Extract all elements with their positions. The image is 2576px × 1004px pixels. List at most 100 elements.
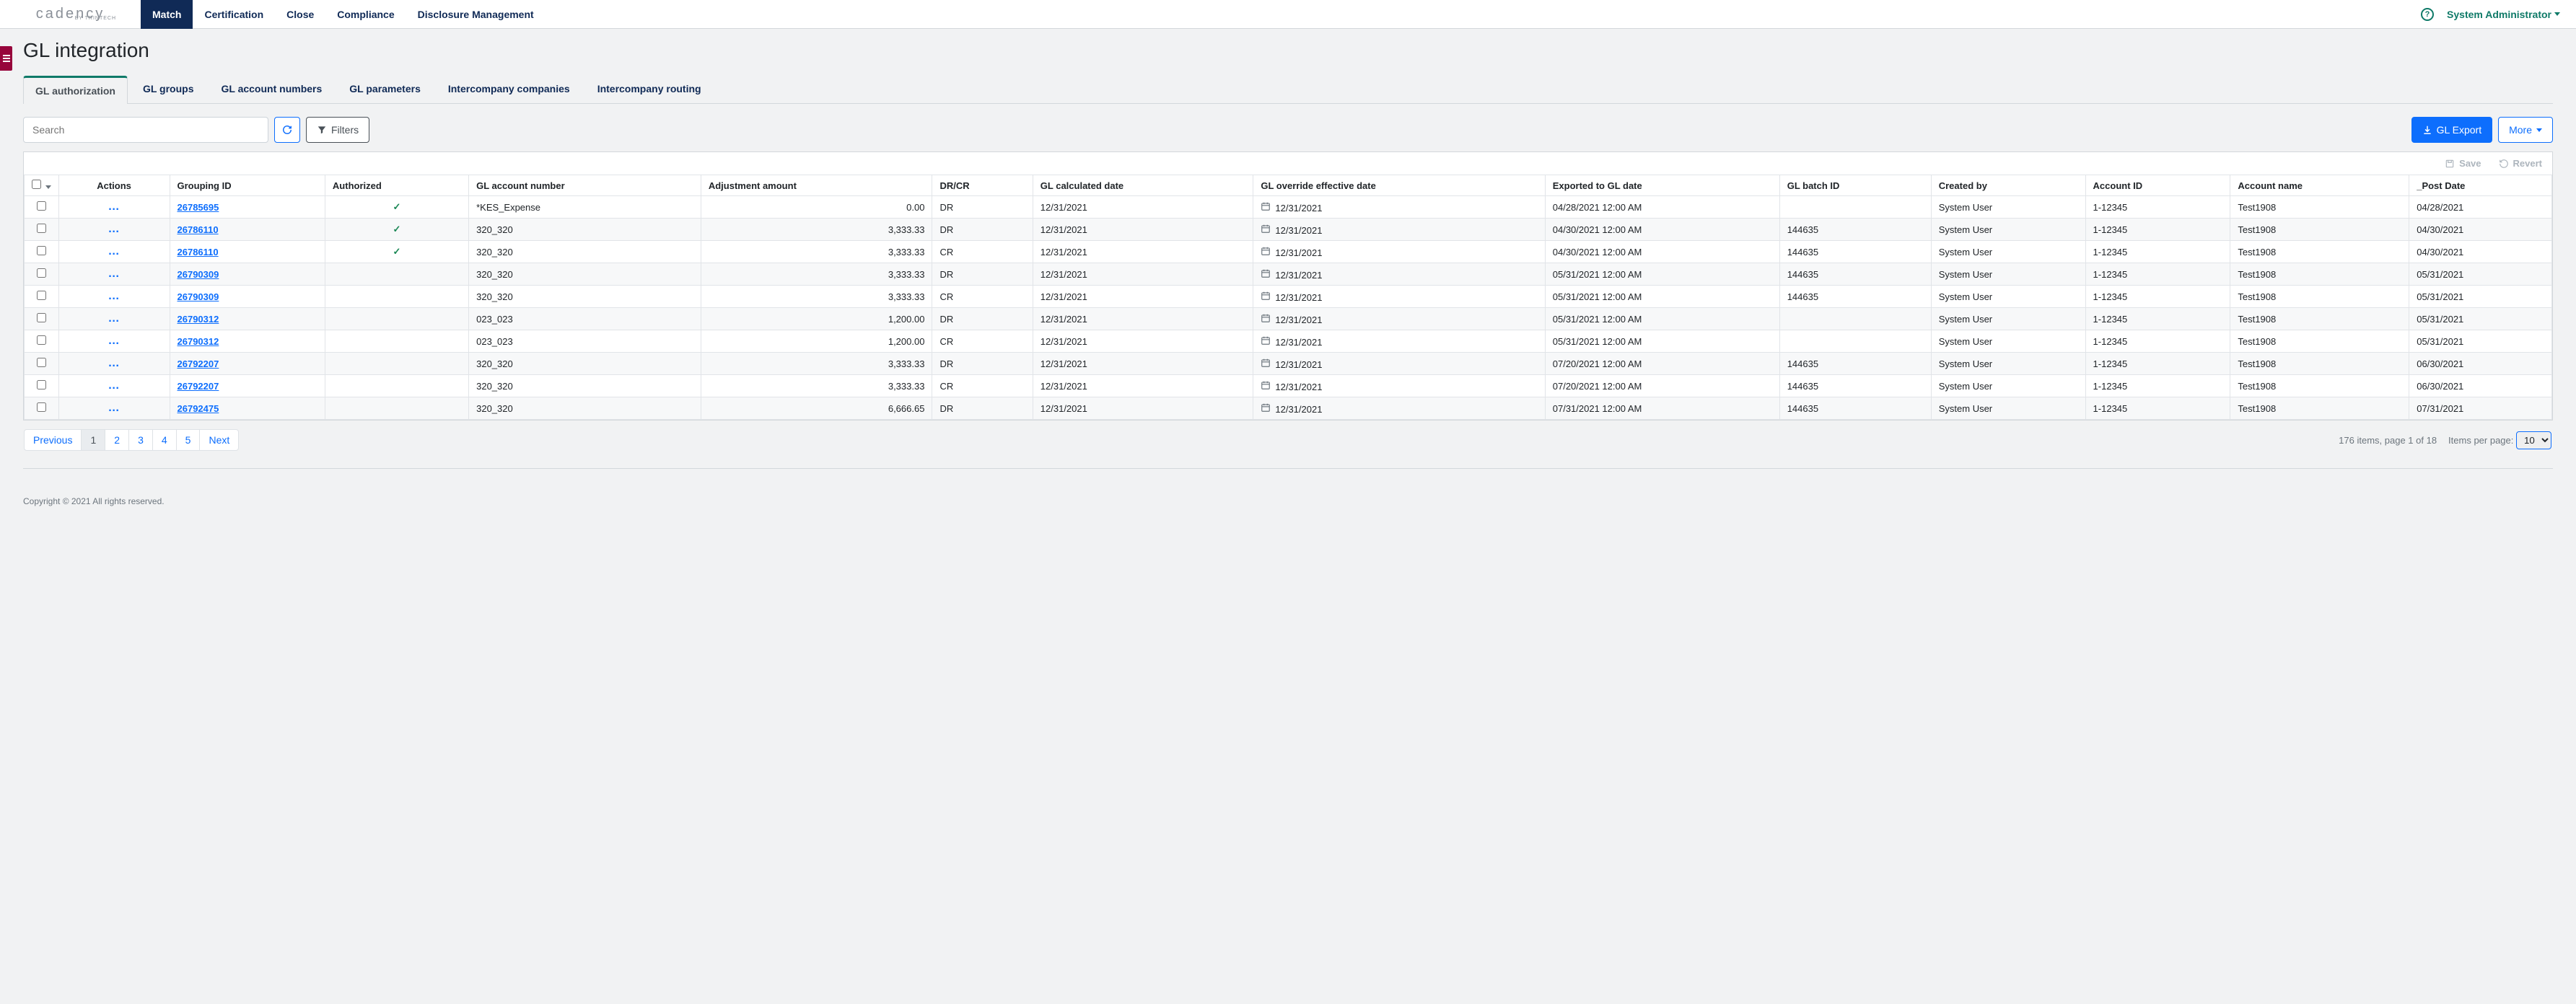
help-icon[interactable]: ? xyxy=(2421,8,2434,21)
grouping-id-link[interactable]: 26792207 xyxy=(178,381,219,392)
cell-exported: 05/31/2021 12:00 AM xyxy=(1545,286,1779,308)
pager-page-5[interactable]: 5 xyxy=(176,429,201,451)
row-actions-menu[interactable]: … xyxy=(108,357,121,369)
pager-page-2[interactable]: 2 xyxy=(105,429,129,451)
grouping-id-link[interactable]: 26790312 xyxy=(178,314,219,325)
tab-gl-groups[interactable]: GL groups xyxy=(131,75,206,103)
pager-next[interactable]: Next xyxy=(199,429,239,451)
row-actions-menu[interactable]: … xyxy=(108,312,121,325)
row-checkbox[interactable] xyxy=(37,224,46,233)
row-checkbox[interactable] xyxy=(37,268,46,278)
row-checkbox[interactable] xyxy=(37,380,46,389)
row-actions-menu[interactable]: … xyxy=(108,335,121,347)
row-checkbox[interactable] xyxy=(37,335,46,345)
tab-gl-account-numbers[interactable]: GL account numbers xyxy=(209,75,335,103)
select-menu-caret-icon[interactable] xyxy=(45,185,51,189)
grouping-id-link[interactable]: 26792207 xyxy=(178,358,219,369)
col-account-id[interactable]: Account ID xyxy=(2085,175,2230,196)
cell-gl-acct: 320_320 xyxy=(469,353,701,375)
col-account-name[interactable]: Account name xyxy=(2230,175,2409,196)
row-actions-menu[interactable]: … xyxy=(108,245,121,257)
col-gl-batch-id[interactable]: GL batch ID xyxy=(1779,175,1931,196)
cell-override-date[interactable]: 12/31/2021 xyxy=(1253,308,1545,330)
row-checkbox[interactable] xyxy=(37,313,46,322)
cell-acct-id: 1-12345 xyxy=(2085,397,2230,420)
tab-gl-parameters[interactable]: GL parameters xyxy=(337,75,433,103)
main-nav-close[interactable]: Close xyxy=(275,0,325,29)
row-actions-menu[interactable]: … xyxy=(108,201,121,213)
main-nav-certification[interactable]: Certification xyxy=(193,0,275,29)
tab-gl-authorization[interactable]: GL authorization xyxy=(23,76,128,104)
cell-created-by: System User xyxy=(1931,330,2085,353)
cell-override-date[interactable]: 12/31/2021 xyxy=(1253,353,1545,375)
pager-page-4[interactable]: 4 xyxy=(152,429,177,451)
pager-page-3[interactable]: 3 xyxy=(128,429,153,451)
col-dr-cr[interactable]: DR/CR xyxy=(932,175,1033,196)
footer-text: Copyright © 2021 All rights reserved. xyxy=(0,476,2576,521)
search-input[interactable] xyxy=(23,117,268,143)
grouping-id-link[interactable]: 26792475 xyxy=(178,403,219,414)
cell-override-date[interactable]: 12/31/2021 xyxy=(1253,330,1545,353)
page-title: GL integration xyxy=(23,39,2553,62)
grouping-id-link[interactable]: 26786110 xyxy=(178,247,219,257)
row-actions-menu[interactable]: … xyxy=(108,290,121,302)
row-actions-menu[interactable]: … xyxy=(108,223,121,235)
revert-button[interactable]: Revert xyxy=(2499,158,2542,169)
main-nav-disclosure-management[interactable]: Disclosure Management xyxy=(406,0,546,29)
cell-override-date[interactable]: 12/31/2021 xyxy=(1253,241,1545,263)
cell-override-date[interactable]: 12/31/2021 xyxy=(1253,263,1545,286)
refresh-button[interactable] xyxy=(274,117,300,143)
cell-amount: 1,200.00 xyxy=(701,308,932,330)
row-checkbox[interactable] xyxy=(37,291,46,300)
col-adjustment-amount[interactable]: Adjustment amount xyxy=(701,175,932,196)
grouping-id-link[interactable]: 26790309 xyxy=(178,291,219,302)
cell-drcr: CR xyxy=(932,375,1033,397)
col-grouping-id[interactable]: Grouping ID xyxy=(170,175,325,196)
row-actions-menu[interactable]: … xyxy=(108,379,121,392)
save-button[interactable]: Save xyxy=(2445,158,2481,169)
gl-export-button[interactable]: GL Export xyxy=(2411,117,2493,143)
row-actions-menu[interactable]: … xyxy=(108,268,121,280)
col-gl-calculated-date[interactable]: GL calculated date xyxy=(1033,175,1253,196)
cell-post-date: 04/28/2021 xyxy=(2409,196,2552,219)
calendar-icon xyxy=(1261,314,1275,325)
pager-page-1[interactable]: 1 xyxy=(81,429,105,451)
hamburger-icon xyxy=(3,55,10,62)
grouping-id-link[interactable]: 26790312 xyxy=(178,336,219,347)
user-menu[interactable]: System Administrator xyxy=(2447,9,2560,20)
main-nav-match[interactable]: Match xyxy=(141,0,193,29)
main-nav-compliance[interactable]: Compliance xyxy=(325,0,406,29)
cell-acct-name: Test1908 xyxy=(2230,219,2409,241)
cell-override-date[interactable]: 12/31/2021 xyxy=(1253,196,1545,219)
table-area: Save Revert ActionsGrouping IDAuthorized… xyxy=(23,151,2553,420)
tab-intercompany-companies[interactable]: Intercompany companies xyxy=(436,75,582,103)
select-all-checkbox[interactable] xyxy=(32,180,41,189)
cell-acct-name: Test1908 xyxy=(2230,375,2409,397)
row-checkbox[interactable] xyxy=(37,246,46,255)
col-gl-override-effective-date[interactable]: GL override effective date xyxy=(1253,175,1545,196)
cell-override-date[interactable]: 12/31/2021 xyxy=(1253,286,1545,308)
cell-override-date[interactable]: 12/31/2021 xyxy=(1253,219,1545,241)
tab-intercompany-routing[interactable]: Intercompany routing xyxy=(585,75,714,103)
sidebar-toggle[interactable] xyxy=(0,46,12,71)
more-button[interactable]: More xyxy=(2498,117,2553,143)
cell-amount: 3,333.33 xyxy=(701,353,932,375)
filters-button[interactable]: Filters xyxy=(306,117,369,143)
row-checkbox[interactable] xyxy=(37,358,46,367)
col-authorized[interactable]: Authorized xyxy=(325,175,468,196)
grouping-id-link[interactable]: 26786110 xyxy=(178,224,219,235)
col-actions[interactable]: Actions xyxy=(58,175,170,196)
row-checkbox[interactable] xyxy=(37,402,46,412)
col-exported-to-gl-date[interactable]: Exported to GL date xyxy=(1545,175,1779,196)
cell-override-date[interactable]: 12/31/2021 xyxy=(1253,397,1545,420)
grouping-id-link[interactable]: 26790309 xyxy=(178,269,219,280)
col-created-by[interactable]: Created by xyxy=(1931,175,2085,196)
row-actions-menu[interactable]: … xyxy=(108,402,121,414)
cell-override-date[interactable]: 12/31/2021 xyxy=(1253,375,1545,397)
col-gl-account-number[interactable]: GL account number xyxy=(469,175,701,196)
pager-prev[interactable]: Previous xyxy=(24,429,82,451)
col--post-date[interactable]: _Post Date xyxy=(2409,175,2552,196)
row-checkbox[interactable] xyxy=(37,201,46,211)
grouping-id-link[interactable]: 26785695 xyxy=(178,202,219,213)
per-page-select[interactable]: 10 xyxy=(2516,431,2551,449)
